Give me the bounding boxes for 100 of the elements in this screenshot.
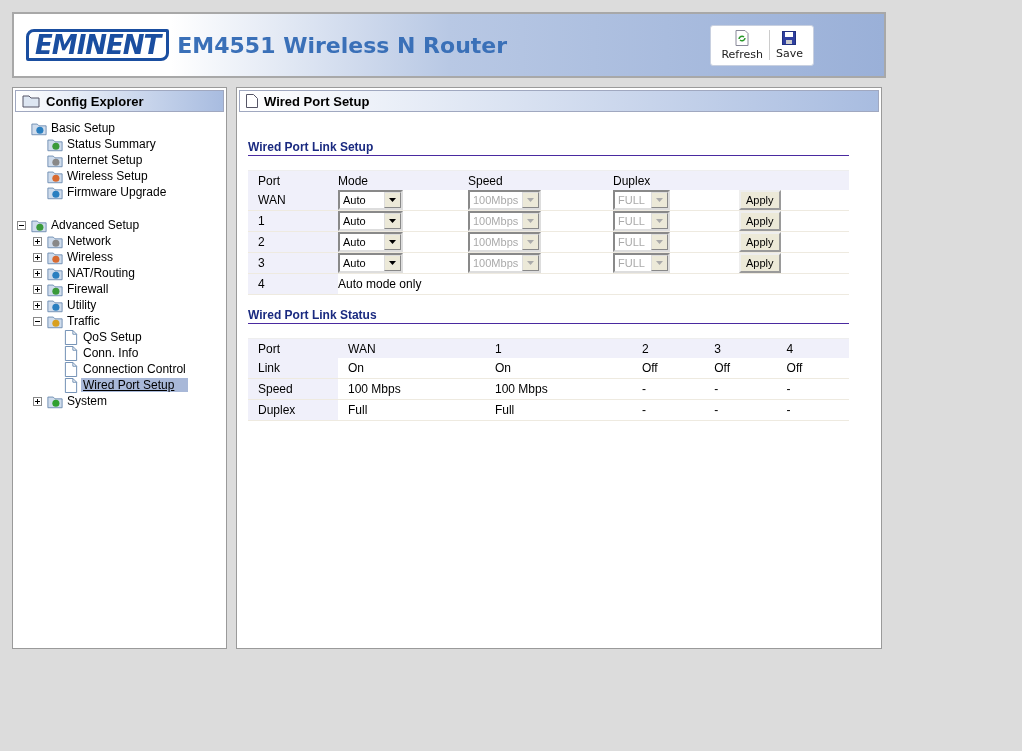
mode-dropdown[interactable]: Auto <box>338 232 403 252</box>
tree-item[interactable]: Firewall <box>65 282 111 296</box>
apply-button[interactable]: Apply <box>739 253 781 273</box>
table-cell: - <box>631 399 705 421</box>
apply-button[interactable]: Apply <box>739 190 781 210</box>
tree-item[interactable]: Basic Setup <box>49 121 118 135</box>
column-header: Port <box>248 170 338 190</box>
table-cell: Full <box>338 399 485 421</box>
row-header: Speed <box>248 378 338 400</box>
apply-button[interactable]: Apply <box>739 211 781 231</box>
caret-icon <box>527 261 534 265</box>
section-heading: Wired Port Link Status <box>248 308 849 324</box>
tree-item[interactable]: NAT/Routing <box>65 266 137 280</box>
tree-item[interactable]: Conn. Info <box>81 346 141 360</box>
row-header: Link <box>248 358 338 379</box>
section-heading: Wired Port Link Setup <box>248 140 849 156</box>
folder-icon <box>31 217 47 233</box>
save-button[interactable]: Save <box>770 28 809 62</box>
column-header: 1 <box>484 338 632 358</box>
folder-icon <box>47 313 63 329</box>
caret-icon <box>527 240 534 244</box>
caret-icon <box>527 219 534 223</box>
tree-item[interactable]: Wired Port Setup <box>81 378 189 392</box>
tree-item[interactable]: Status Summary <box>65 137 158 151</box>
caret-icon <box>389 219 396 223</box>
folder-icon <box>47 233 63 249</box>
folder-icon <box>47 184 63 200</box>
folder-icon <box>47 297 63 313</box>
folder-icon <box>47 168 63 184</box>
table-cell: Off <box>631 358 705 379</box>
column-header: Duplex <box>613 170 729 190</box>
table-cell: - <box>776 399 849 421</box>
tree-item[interactable]: Traffic <box>65 314 102 328</box>
column-header: Speed <box>468 170 613 190</box>
port-cell: 2 <box>248 231 338 253</box>
tree-item[interactable]: System <box>65 394 109 408</box>
refresh-icon <box>735 29 750 46</box>
caret-icon <box>527 198 534 202</box>
folder-icon <box>47 281 63 297</box>
column-header: 3 <box>704 338 777 358</box>
folder-icon <box>47 249 63 265</box>
apply-button[interactable]: Apply <box>739 232 781 252</box>
mode-dropdown[interactable]: Auto <box>338 211 403 231</box>
table-cell: 100 Mbps <box>484 378 632 400</box>
caret-icon <box>389 261 396 265</box>
tree-item[interactable]: Firmware Upgrade <box>65 185 169 199</box>
table-cell: - <box>704 399 777 421</box>
column-header: 4 <box>776 338 849 358</box>
tree-item[interactable]: Wireless <box>65 250 115 264</box>
column-header: Mode <box>338 170 468 190</box>
column-header: Port <box>248 338 338 358</box>
mode-dropdown[interactable]: Auto <box>338 253 403 273</box>
page-icon <box>63 377 79 393</box>
collapse-toggle[interactable] <box>33 316 42 326</box>
note-text: Auto mode only <box>338 273 849 295</box>
folder-icon <box>31 120 47 136</box>
table-cell: - <box>704 378 777 400</box>
page-icon <box>63 345 79 361</box>
folder-icon <box>47 152 63 168</box>
expand-toggle[interactable] <box>33 300 42 310</box>
expand-toggle[interactable] <box>33 236 42 246</box>
table-cell: On <box>338 358 485 379</box>
folder-icon <box>47 136 63 152</box>
table-cell: 100 Mbps <box>338 378 485 400</box>
folder-icon <box>47 393 63 409</box>
tree-item[interactable]: Advanced Setup <box>49 218 142 232</box>
tree-item[interactable]: Connection Control <box>81 362 188 376</box>
caret-icon <box>656 198 663 202</box>
tree-item[interactable]: Network <box>65 234 113 248</box>
caret-icon <box>389 198 396 202</box>
expand-toggle[interactable] <box>33 396 42 406</box>
caret-icon <box>389 240 396 244</box>
column-header: WAN <box>338 338 485 358</box>
panel-title: Wired Port Setup <box>264 93 370 109</box>
port-cell: 3 <box>248 252 338 274</box>
refresh-button[interactable]: Refresh <box>715 27 769 63</box>
caret-icon <box>656 240 663 244</box>
table-cell: - <box>776 378 849 400</box>
port-cell: 4 <box>248 273 338 295</box>
table-cell: Off <box>704 358 777 379</box>
caret-icon <box>656 261 663 265</box>
panel-title: Config Explorer <box>46 93 144 109</box>
expand-toggle[interactable] <box>33 284 42 294</box>
port-cell: WAN <box>248 190 338 211</box>
page-icon <box>63 329 79 345</box>
router-title: EM4551 Wireless N Router <box>177 32 509 58</box>
column-header: 2 <box>631 338 705 358</box>
expand-toggle[interactable] <box>33 252 42 262</box>
tree-item[interactable]: Wireless Setup <box>65 169 150 183</box>
expand-toggle[interactable] <box>33 268 42 278</box>
tree-item[interactable]: Internet Setup <box>65 153 145 167</box>
tree-item[interactable]: Utility <box>65 298 99 312</box>
mode-dropdown[interactable]: Auto <box>338 190 403 210</box>
brand-logo: EMINENT <box>26 29 170 61</box>
row-header: Duplex <box>248 399 338 421</box>
table-cell: On <box>484 358 632 379</box>
collapse-toggle[interactable] <box>17 220 26 230</box>
tree-item[interactable]: QoS Setup <box>81 330 144 344</box>
table-cell: Off <box>776 358 849 379</box>
table-cell: - <box>631 378 705 400</box>
